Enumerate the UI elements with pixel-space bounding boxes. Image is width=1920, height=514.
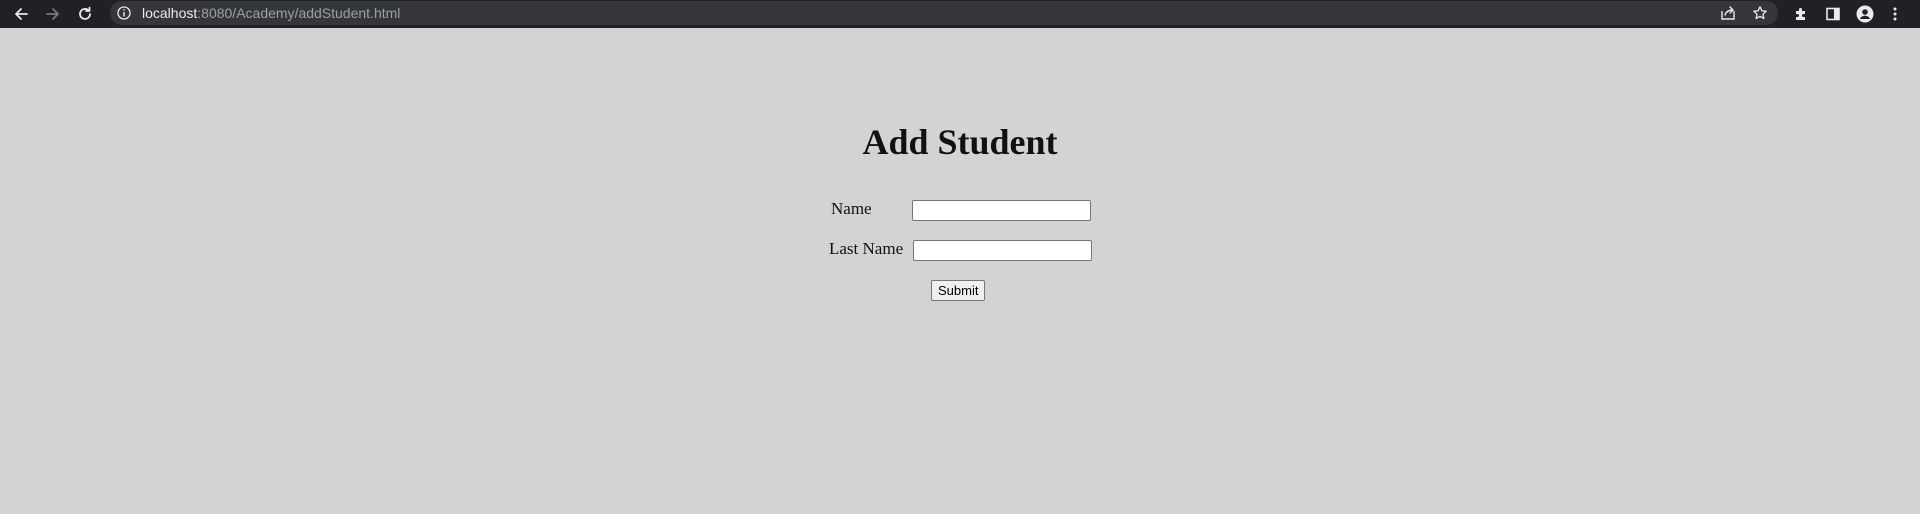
side-panel-icon[interactable] — [1823, 4, 1843, 24]
name-input[interactable] — [912, 200, 1091, 221]
star-icon[interactable] — [1752, 5, 1768, 21]
info-icon[interactable] — [116, 5, 132, 21]
address-bar[interactable]: localhost:8080/Academy/addStudent.html — [110, 1, 1778, 25]
url-text: localhost:8080/Academy/addStudent.html — [142, 1, 400, 25]
profile-icon[interactable] — [1855, 4, 1875, 24]
browser-toolbar: localhost:8080/Academy/addStudent.html — [0, 0, 1920, 28]
url-host: localhost — [142, 5, 198, 21]
submit-button[interactable]: Submit — [931, 280, 986, 301]
back-arrow-icon[interactable] — [9, 2, 33, 26]
last-name-label: Last Name — [829, 239, 904, 258]
url-path: :8080/Academy/addStudent.html — [197, 5, 401, 21]
forward-arrow-icon[interactable] — [41, 2, 65, 26]
page-title: Add Student — [862, 122, 1058, 162]
kebab-menu-icon[interactable] — [1885, 4, 1905, 24]
puzzle-icon[interactable] — [1791, 4, 1811, 24]
last-name-input[interactable] — [913, 240, 1092, 261]
reload-icon[interactable] — [73, 2, 97, 26]
page-content: Add Student Name Last Name Submit — [0, 28, 1920, 514]
share-icon[interactable] — [1720, 5, 1736, 21]
name-label: Name — [831, 199, 872, 218]
